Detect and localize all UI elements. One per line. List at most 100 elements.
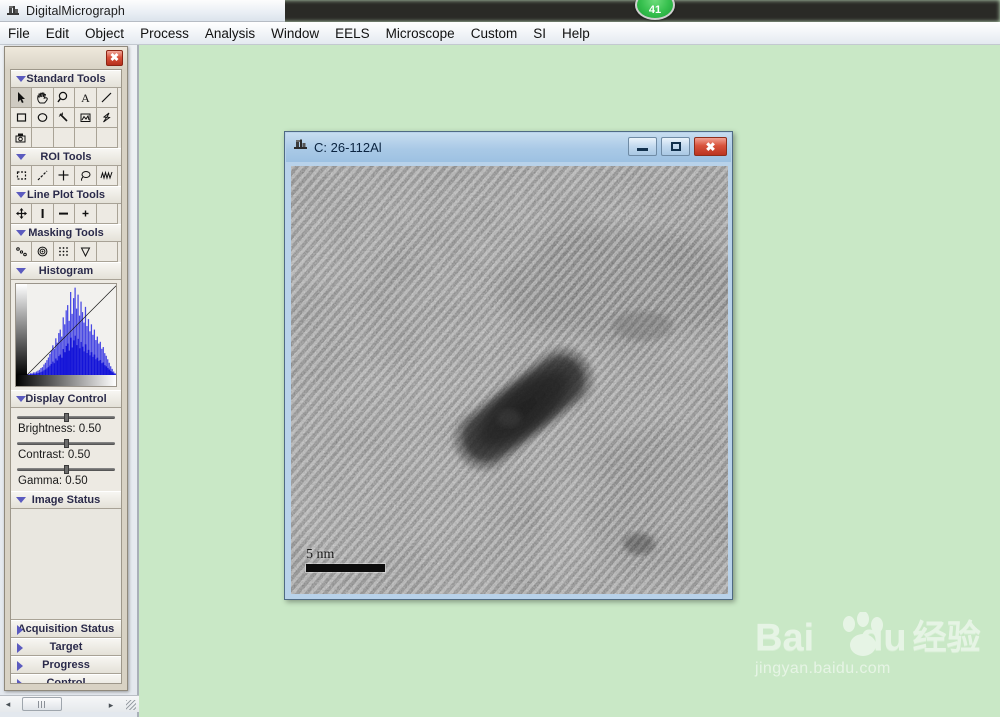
menu-object[interactable]: Object bbox=[77, 24, 132, 43]
section-header-standard-tools[interactable]: Standard Tools bbox=[11, 70, 121, 88]
scrollbar-thumb[interactable] bbox=[22, 697, 62, 711]
scale-bar-line bbox=[306, 564, 385, 572]
tool-ellipse[interactable] bbox=[32, 108, 54, 128]
image-window[interactable]: C: 26-112Al ✖ 5 nm bbox=[284, 131, 733, 600]
tool-concentric-circles-mask[interactable] bbox=[32, 242, 54, 262]
brightness-slider-knob[interactable] bbox=[64, 413, 69, 422]
histogram-vertical-gradient-bar bbox=[16, 284, 27, 376]
scrollbar-right-arrow[interactable]: ▸ bbox=[103, 697, 119, 713]
scrollbar-left-arrow[interactable]: ◂ bbox=[0, 696, 16, 712]
section-header-progress[interactable]: Progress bbox=[11, 656, 121, 674]
contrast-slider[interactable] bbox=[17, 439, 115, 448]
palette-content: Standard Tools A ROI Tools Line Plot Too… bbox=[10, 69, 122, 684]
menu-eels[interactable]: EELS bbox=[327, 24, 378, 43]
menu-custom[interactable]: Custom bbox=[463, 24, 526, 43]
minimize-icon bbox=[637, 148, 648, 151]
section-header-target[interactable]: Target bbox=[11, 638, 121, 656]
tool-vertical-bar[interactable] bbox=[32, 204, 54, 224]
section-header-masking-tools[interactable]: Masking Tools bbox=[11, 224, 121, 242]
menu-microscope[interactable]: Microscope bbox=[378, 24, 463, 43]
micrograph-image-canvas[interactable]: 5 nm bbox=[291, 166, 728, 594]
tool-wedge-mask[interactable] bbox=[75, 242, 97, 262]
menu-edit[interactable]: Edit bbox=[38, 24, 77, 43]
horizontal-bar-icon bbox=[59, 212, 69, 215]
app-titlebar: DigitalMicrograph bbox=[0, 0, 285, 22]
section-title-progress: Progress bbox=[42, 659, 90, 671]
marquee-rect-roi-icon bbox=[16, 171, 26, 180]
tool-camera-grab[interactable] bbox=[11, 128, 33, 148]
section-header-acquisition-status[interactable]: Acquisition Status bbox=[11, 620, 121, 638]
tool-arrow-pointer[interactable] bbox=[11, 88, 33, 108]
image-window-title: C: 26-112Al bbox=[314, 140, 382, 155]
tool-scatter-dots-mask[interactable] bbox=[11, 242, 33, 262]
tool-picture-frame[interactable] bbox=[75, 108, 97, 128]
tool-magic-wand[interactable] bbox=[53, 108, 76, 128]
gamma-slider[interactable] bbox=[17, 465, 115, 474]
histogram-horizontal-gradient-bar bbox=[16, 375, 116, 386]
menu-process[interactable]: Process bbox=[132, 24, 197, 43]
tool-magnifier-zoom[interactable] bbox=[53, 88, 76, 108]
tool-empty-1 bbox=[32, 128, 54, 148]
section-header-roi-tools[interactable]: ROI Tools bbox=[11, 148, 121, 166]
histogram-chart[interactable] bbox=[15, 283, 117, 387]
resize-grip-icon[interactable] bbox=[126, 700, 136, 710]
section-header-display-control[interactable]: Display Control bbox=[11, 390, 121, 408]
watermark-brand: Bai bbox=[755, 617, 815, 659]
chevron-down-icon bbox=[16, 396, 26, 402]
tool-move-arrows[interactable] bbox=[11, 204, 33, 224]
svg-text:A: A bbox=[81, 91, 90, 104]
section-title-control: Control bbox=[46, 677, 86, 684]
chevron-right-icon bbox=[17, 643, 23, 653]
tool-dot-grid-mask[interactable] bbox=[53, 242, 76, 262]
menu-analysis[interactable]: Analysis bbox=[197, 24, 263, 43]
section-header-histogram[interactable]: Histogram bbox=[11, 262, 121, 280]
section-header-image-status[interactable]: Image Status bbox=[11, 491, 121, 509]
palette-close-button[interactable]: ✖ bbox=[106, 50, 123, 66]
tool-line[interactable] bbox=[96, 88, 118, 108]
contrast-slider-knob[interactable] bbox=[64, 439, 69, 448]
magic-wand-icon bbox=[59, 112, 69, 122]
magnifier-zoom-icon bbox=[57, 91, 68, 103]
display-control-panel: Brightness: 0.50 Contrast: 0.50 Gamma: 0… bbox=[11, 408, 121, 491]
scale-bar: 5 nm bbox=[306, 548, 385, 572]
tool-lightning-pointer[interactable] bbox=[96, 108, 118, 128]
tool-plus-marker[interactable] bbox=[75, 204, 97, 224]
section-header-control[interactable]: Control bbox=[11, 674, 121, 684]
chevron-down-icon bbox=[16, 268, 26, 274]
section-header-line-plot-tools[interactable]: Line Plot Tools bbox=[11, 186, 121, 204]
line-tool-icon bbox=[101, 92, 112, 103]
tool-text[interactable]: A bbox=[75, 88, 97, 108]
tool-rectangle[interactable] bbox=[11, 108, 33, 128]
picture-frame-icon bbox=[80, 113, 91, 122]
image-window-titlebar[interactable]: C: 26-112Al ✖ bbox=[286, 133, 731, 162]
tool-freehand-roi[interactable] bbox=[96, 166, 118, 186]
tool-line-roi[interactable] bbox=[32, 166, 54, 186]
tool-point-crosshair-roi[interactable] bbox=[53, 166, 76, 186]
section-title-histogram: Histogram bbox=[38, 265, 94, 277]
menu-si[interactable]: SI bbox=[525, 24, 554, 43]
mdi-horizontal-scrollbar[interactable]: ◂ ▸ bbox=[0, 695, 139, 712]
menu-window[interactable]: Window bbox=[263, 24, 327, 43]
maximize-button[interactable] bbox=[661, 137, 690, 156]
scrollbar-grip-icon bbox=[38, 700, 46, 708]
tool-horizontal-bar[interactable] bbox=[53, 204, 76, 224]
tool-empty-2 bbox=[53, 128, 76, 148]
tool-empty-4 bbox=[96, 128, 118, 148]
chevron-down-icon bbox=[16, 497, 26, 503]
lightning-pointer-icon bbox=[103, 112, 111, 123]
minimize-button[interactable] bbox=[628, 137, 657, 156]
close-button[interactable]: ✖ bbox=[694, 137, 727, 156]
scatter-dots-mask-icon bbox=[15, 247, 27, 257]
text-tool-icon: A bbox=[81, 91, 90, 104]
menu-file[interactable]: File bbox=[0, 24, 38, 43]
tool-hand-pan[interactable] bbox=[32, 88, 54, 108]
brightness-slider[interactable] bbox=[17, 413, 115, 422]
tool-lasso-roi[interactable] bbox=[75, 166, 97, 186]
menu-help[interactable]: Help bbox=[554, 24, 598, 43]
concentric-circles-mask-icon bbox=[37, 246, 48, 257]
chevron-right-icon bbox=[17, 661, 23, 671]
tool-marquee-rect-roi[interactable] bbox=[11, 166, 33, 186]
micrograph-document-icon bbox=[293, 138, 308, 157]
gamma-slider-knob[interactable] bbox=[64, 465, 69, 474]
chevron-down-icon bbox=[16, 76, 26, 82]
